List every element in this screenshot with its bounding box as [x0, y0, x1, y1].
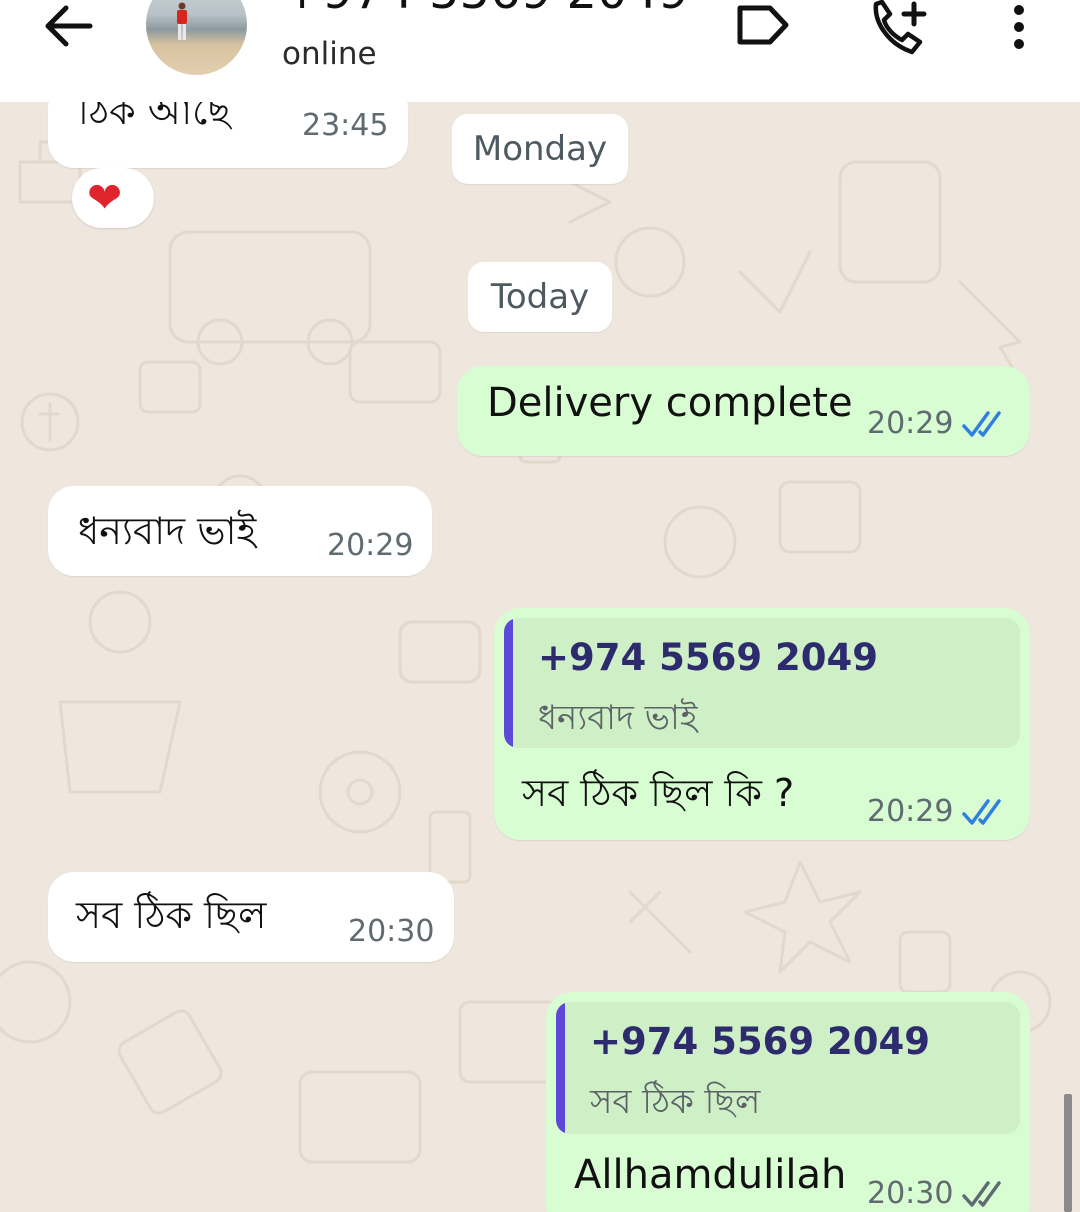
- date-divider: Monday: [452, 114, 628, 184]
- read-receipt-icon: [962, 411, 1001, 437]
- quote-accent-bar: [504, 618, 513, 748]
- outgoing-reply-message[interactable]: +974 5569 2049 সব ঠিক ছিল Allhamdulilah …: [546, 992, 1030, 1212]
- back-arrow-icon[interactable]: [40, 0, 100, 52]
- quote-accent-bar: [556, 1002, 565, 1134]
- message-time: 20:30: [867, 1176, 954, 1211]
- delivered-receipt-icon: [962, 1181, 1001, 1207]
- message-text: Allhamdulilah: [574, 1152, 847, 1198]
- outgoing-message[interactable]: Delivery complete 20:29: [457, 366, 1030, 456]
- message-time: 20:29: [867, 406, 954, 441]
- quoted-text: ধন্যবাদ ভাই: [538, 698, 698, 738]
- contact-status: online: [282, 36, 377, 72]
- message-time: 23:45: [302, 108, 389, 143]
- quoted-sender: +974 5569 2049: [590, 1020, 930, 1063]
- message-text: সব ঠিক ছিল: [76, 893, 267, 937]
- read-receipt-icon: [962, 799, 1001, 825]
- chat-scrollbar[interactable]: [1064, 1094, 1072, 1212]
- message-text: সব ঠিক ছিল কি ?: [522, 771, 795, 815]
- more-vertical-icon[interactable]: [1006, 0, 1032, 56]
- quoted-text: সব ঠিক ছিল: [590, 1082, 761, 1122]
- date-divider: Today: [468, 262, 612, 332]
- message-time: 20:30: [348, 914, 435, 949]
- outgoing-reply-message[interactable]: +974 5569 2049 ধন্যবাদ ভাই সব ঠিক ছিল কি…: [494, 608, 1030, 840]
- message-time: 20:29: [327, 528, 414, 563]
- message-text: Delivery complete: [487, 380, 853, 426]
- chat-area[interactable]: ঠিক আছে 23:45 ❤ Monday Today Delivery co…: [0, 102, 1080, 1212]
- incoming-message[interactable]: ঠিক আছে 23:45: [48, 102, 408, 168]
- incoming-message[interactable]: সব ঠিক ছিল 20:30: [48, 872, 454, 962]
- add-call-icon[interactable]: [868, 0, 932, 56]
- quoted-sender: +974 5569 2049: [538, 636, 878, 679]
- quoted-message[interactable]: +974 5569 2049 সব ঠিক ছিল: [556, 1002, 1020, 1134]
- message-text: ধন্যবাদ ভাই: [78, 509, 257, 553]
- contact-avatar[interactable]: [146, 0, 247, 75]
- reaction-badge[interactable]: ❤: [72, 168, 154, 228]
- avatar-person-figure: [177, 2, 187, 40]
- quoted-message[interactable]: +974 5569 2049 ধন্যবাদ ভাই: [504, 618, 1020, 748]
- chat-header: +974 5569 2049 online: [0, 0, 1080, 102]
- label-icon[interactable]: [732, 0, 792, 50]
- heart-reaction-icon: ❤: [87, 173, 123, 222]
- message-time: 20:29: [867, 794, 954, 829]
- contact-name[interactable]: +974 5569 2049: [282, 0, 689, 20]
- message-text: ঠিক আছে: [78, 102, 231, 133]
- incoming-message[interactable]: ধন্যবাদ ভাই 20:29: [48, 486, 432, 576]
